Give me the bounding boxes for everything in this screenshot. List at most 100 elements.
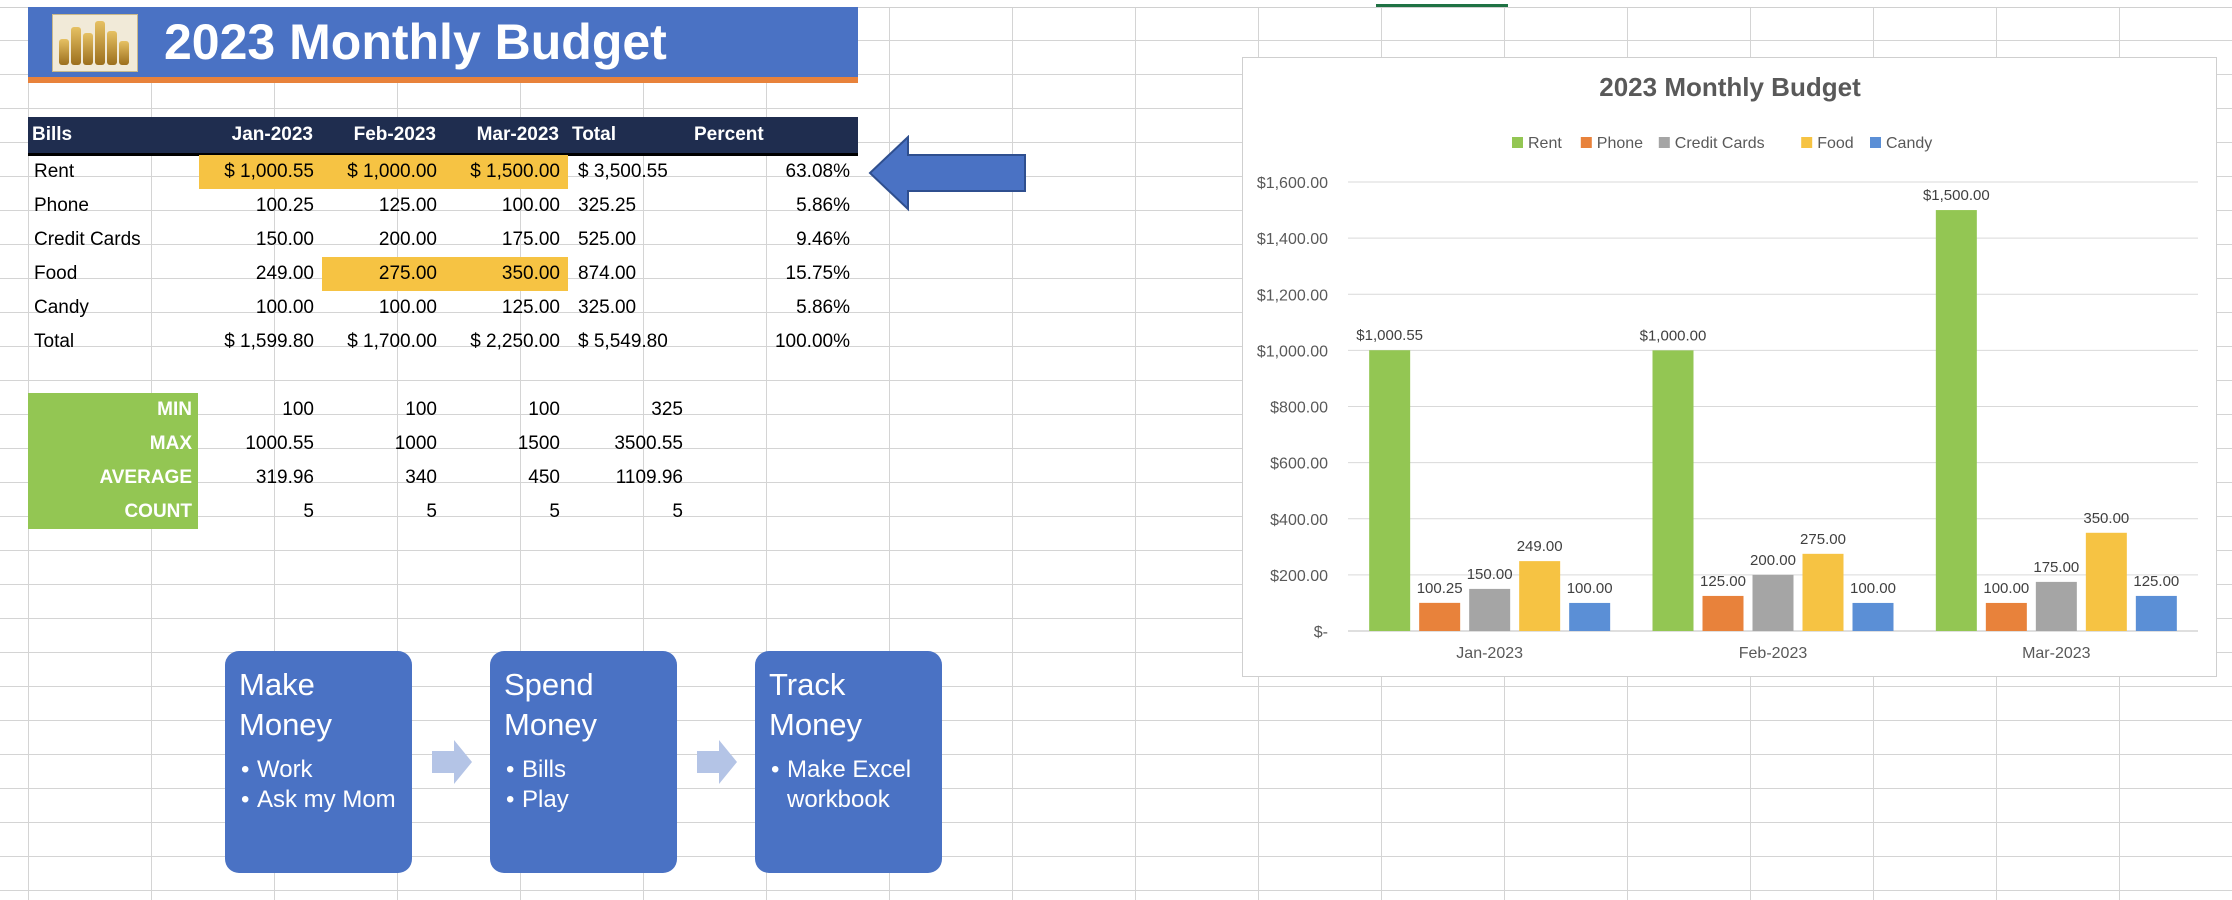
stat-max-mar[interactable]: 1500 — [445, 427, 568, 461]
sheet-title: 2023 Monthly Budget — [164, 14, 667, 70]
legend-swatch-phone — [1580, 137, 1592, 148]
y-tick-label: $1,200.00 — [1257, 287, 1328, 304]
flow-title-line: Spend — [504, 667, 594, 702]
stat-count-feb[interactable]: 5 — [322, 495, 445, 529]
coins-logo-image[interactable] — [52, 14, 138, 72]
header-total[interactable]: Total — [572, 117, 616, 153]
flow-step-2[interactable]: Spend Money BillsPlay — [490, 651, 677, 873]
cell-jan-total[interactable]: $ 1,599.80 — [199, 325, 322, 359]
flow-step-title: Track Money — [769, 665, 928, 745]
cell-total-candy[interactable]: 325.00 — [568, 291, 688, 325]
cell-jan-food[interactable]: 249.00 — [199, 257, 322, 291]
cell-percent-phone[interactable]: 5.86% — [688, 189, 854, 223]
stat-max-feb[interactable]: 1000 — [322, 427, 445, 461]
cell-total-credit-cards[interactable]: 525.00 — [568, 223, 688, 257]
legend-label-food: Food — [1817, 135, 1853, 152]
header-jan[interactable]: Jan-2023 — [199, 117, 317, 153]
cell-bill-rent[interactable]: Rent — [28, 155, 199, 189]
cell-percent-candy[interactable]: 5.86% — [688, 291, 854, 325]
flow-title-line: Make — [239, 667, 315, 702]
stat-max-total[interactable]: 3500.55 — [568, 427, 691, 461]
stat-label-max[interactable]: MAX — [28, 427, 192, 461]
cell-total-rent[interactable]: $ 3,500.55 — [568, 155, 688, 189]
cell-mar-candy[interactable]: 125.00 — [445, 291, 568, 325]
cell-bill-food[interactable]: Food — [28, 257, 199, 291]
cell-total-food[interactable]: 874.00 — [568, 257, 688, 291]
cell-bill-credit-cards[interactable]: Credit Cards — [28, 223, 199, 257]
stat-average-total[interactable]: 1109.96 — [568, 461, 691, 495]
data-label: 350.00 — [2083, 510, 2129, 527]
stat-label-count[interactable]: COUNT — [28, 495, 192, 529]
y-tick-label: $800.00 — [1270, 400, 1328, 417]
legend-label-phone: Phone — [1597, 135, 1643, 152]
cell-mar-credit-cards[interactable]: 175.00 — [445, 223, 568, 257]
bar-rent — [1652, 350, 1694, 631]
y-tick-label: $600.00 — [1270, 456, 1328, 473]
cell-jan-candy[interactable]: 100.00 — [199, 291, 322, 325]
legend-label-credit-cards: Credit Cards — [1675, 135, 1765, 152]
stat-count-jan[interactable]: 5 — [199, 495, 322, 529]
left-arrow-shape[interactable] — [868, 135, 1028, 215]
data-label: 249.00 — [1517, 538, 1563, 555]
data-label: 100.00 — [1567, 580, 1613, 597]
y-tick-label: $1,600.00 — [1257, 175, 1328, 192]
flow-bullet-list: WorkAsk my Mom — [239, 755, 398, 815]
bar-food — [1519, 561, 1561, 631]
stat-average-feb[interactable]: 340 — [322, 461, 445, 495]
chart-title: 2023 Monthly Budget — [1599, 72, 1861, 102]
stat-min-mar[interactable]: 100 — [445, 393, 568, 427]
cell-feb-credit-cards[interactable]: 200.00 — [322, 223, 445, 257]
flow-step-1[interactable]: Make Money WorkAsk my Mom — [225, 651, 412, 873]
cell-jan-credit-cards[interactable]: 150.00 — [199, 223, 322, 257]
cell-percent-food[interactable]: 15.75% — [688, 257, 854, 291]
stat-min-feb[interactable]: 100 — [322, 393, 445, 427]
cell-percent-credit-cards[interactable]: 9.46% — [688, 223, 854, 257]
stat-count-mar[interactable]: 5 — [445, 495, 568, 529]
cell-percent-total[interactable]: 100.00% — [688, 325, 854, 359]
bar-credit-cards — [2035, 581, 2077, 631]
cell-bill-total[interactable]: Total — [28, 325, 199, 359]
header-mar[interactable]: Mar-2023 — [445, 117, 563, 153]
y-tick-label: $1,000.00 — [1257, 343, 1328, 360]
flow-title-line: Money — [504, 707, 598, 742]
cell-mar-phone[interactable]: 100.00 — [445, 189, 568, 223]
stat-average-mar[interactable]: 450 — [445, 461, 568, 495]
stat-average-jan[interactable]: 319.96 — [199, 461, 322, 495]
flow-step-3[interactable]: Track Money Make Excel workbook — [755, 651, 942, 873]
budget-chart[interactable]: 2023 Monthly Budget Rent Phone Credit Cards… — [1242, 57, 2217, 677]
header-percent[interactable]: Percent — [694, 117, 764, 153]
cell-mar-rent[interactable]: $ 1,500.00 — [445, 155, 568, 189]
data-label: $1,500.00 — [1923, 187, 1990, 204]
cell-mar-food[interactable]: 350.00 — [445, 257, 568, 291]
flow-title-line: Money — [769, 707, 863, 742]
stat-min-jan[interactable]: 100 — [199, 393, 322, 427]
cell-bill-candy[interactable]: Candy — [28, 291, 199, 325]
cell-bill-phone[interactable]: Phone — [28, 189, 199, 223]
active-column-indicator — [1376, 4, 1508, 7]
cell-feb-candy[interactable]: 100.00 — [322, 291, 445, 325]
header-feb[interactable]: Feb-2023 — [322, 117, 440, 153]
title-banner-accent — [28, 77, 858, 83]
cell-feb-rent[interactable]: $ 1,000.00 — [322, 155, 445, 189]
bar-phone — [1419, 602, 1461, 631]
bar-phone — [1702, 595, 1744, 631]
cell-mar-total[interactable]: $ 2,250.00 — [445, 325, 568, 359]
flow-bullet: Work — [239, 755, 398, 785]
stat-max-jan[interactable]: 1000.55 — [199, 427, 322, 461]
stat-count-total[interactable]: 5 — [568, 495, 691, 529]
cell-feb-phone[interactable]: 125.00 — [322, 189, 445, 223]
cell-jan-rent[interactable]: $ 1,000.55 — [199, 155, 322, 189]
cell-percent-rent[interactable]: 63.08% — [688, 155, 854, 189]
stat-label-min[interactable]: MIN — [28, 393, 192, 427]
data-label: 275.00 — [1800, 531, 1846, 548]
flow-bullet: Ask my Mom — [239, 785, 398, 815]
cell-feb-total[interactable]: $ 1,700.00 — [322, 325, 445, 359]
flow-step-title: Make Money — [239, 665, 398, 745]
header-bills[interactable]: Bills — [32, 117, 72, 153]
stat-min-total[interactable]: 325 — [568, 393, 691, 427]
cell-jan-phone[interactable]: 100.25 — [199, 189, 322, 223]
cell-total-total[interactable]: $ 5,549.80 — [568, 325, 688, 359]
cell-feb-food[interactable]: 275.00 — [322, 257, 445, 291]
stat-label-average[interactable]: AVERAGE — [28, 461, 192, 495]
cell-total-phone[interactable]: 325.25 — [568, 189, 688, 223]
